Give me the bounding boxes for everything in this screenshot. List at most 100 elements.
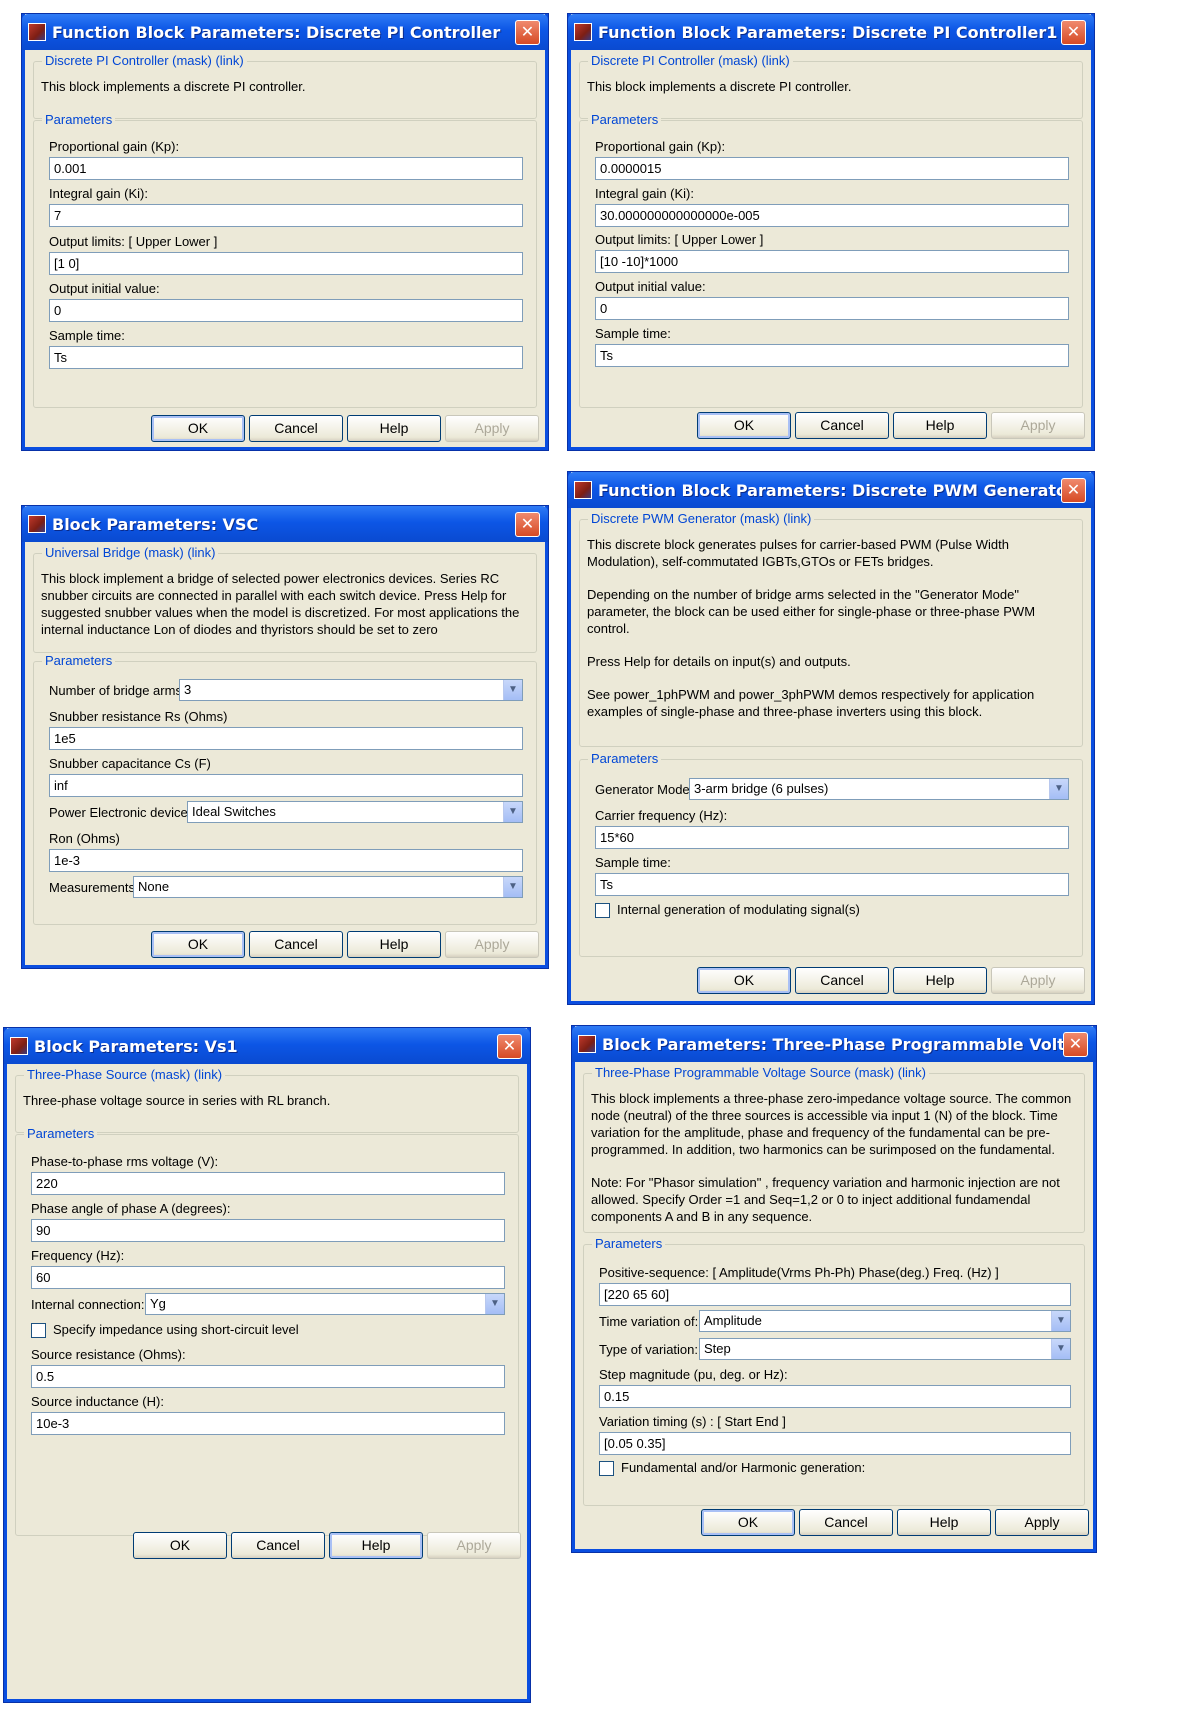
- mask-group-label[interactable]: Universal Bridge (mask) (link): [42, 545, 219, 560]
- source-resistance-field[interactable]: 0.5: [31, 1365, 505, 1388]
- cancel-button[interactable]: Cancel: [799, 1509, 893, 1536]
- harmonic-generation-checkbox[interactable]: [599, 1461, 614, 1476]
- sample-time-label: Sample time:: [49, 328, 125, 343]
- chevron-down-icon[interactable]: ▼: [503, 680, 522, 700]
- cancel-button[interactable]: Cancel: [249, 415, 343, 442]
- title-bar[interactable]: Block Parameters: Three-Phase Programmab…: [572, 1026, 1096, 1062]
- help-button[interactable]: Help: [329, 1532, 423, 1559]
- harmonic-generation-label: Fundamental and/or Harmonic generation:: [621, 1460, 866, 1475]
- ok-button[interactable]: OK: [701, 1509, 795, 1536]
- parameters-group-label: Parameters: [592, 1236, 666, 1251]
- measurements-value: None: [138, 879, 170, 894]
- apply-button[interactable]: Apply: [427, 1532, 521, 1559]
- kp-field[interactable]: 0.0000015: [595, 157, 1069, 180]
- output-limits-field[interactable]: [10 -10]*1000: [595, 250, 1069, 273]
- step-magnitude-field[interactable]: 0.15: [599, 1385, 1071, 1408]
- mask-group-label[interactable]: Discrete PI Controller (mask) (link): [42, 53, 247, 68]
- apply-button[interactable]: Apply: [991, 412, 1085, 439]
- help-button[interactable]: Help: [893, 967, 987, 994]
- help-button[interactable]: Help: [347, 931, 441, 958]
- carrier-frequency-field[interactable]: 15*60: [595, 826, 1069, 849]
- close-icon[interactable]: ✕: [497, 1033, 522, 1059]
- internal-connection-label: Internal connection:: [31, 1297, 145, 1312]
- chevron-down-icon[interactable]: ▼: [1051, 1339, 1070, 1359]
- output-initial-field[interactable]: 0: [49, 299, 523, 322]
- power-device-label: Power Electronic device: [49, 805, 188, 820]
- chevron-down-icon[interactable]: ▼: [503, 877, 522, 897]
- mask-group-label[interactable]: Three-Phase Source (mask) (link): [24, 1067, 226, 1082]
- title-bar[interactable]: Function Block Parameters: Discrete PI C…: [568, 14, 1094, 50]
- output-initial-field[interactable]: 0: [595, 297, 1069, 320]
- ok-button[interactable]: OK: [133, 1532, 227, 1559]
- block-parameters-icon: [574, 481, 592, 499]
- mask-group-label[interactable]: Discrete PWM Generator (mask) (link): [588, 511, 815, 526]
- apply-button[interactable]: Apply: [445, 931, 539, 958]
- ok-button[interactable]: OK: [697, 967, 791, 994]
- apply-button[interactable]: Apply: [991, 967, 1085, 994]
- cancel-button[interactable]: Cancel: [795, 412, 889, 439]
- ok-button[interactable]: OK: [151, 931, 245, 958]
- variation-type-select[interactable]: Step ▼: [699, 1338, 1071, 1360]
- positive-sequence-label: Positive-sequence: [ Amplitude(Vrms Ph-P…: [599, 1265, 999, 1280]
- dialog-title: Block Parameters: VSC: [52, 514, 259, 534]
- close-icon[interactable]: ✕: [1061, 477, 1086, 503]
- block-parameters-icon: [578, 1035, 596, 1053]
- cancel-button[interactable]: Cancel: [231, 1532, 325, 1559]
- power-device-select[interactable]: Ideal Switches ▼: [187, 801, 523, 823]
- cancel-button[interactable]: Cancel: [249, 931, 343, 958]
- chevron-down-icon[interactable]: ▼: [503, 802, 522, 822]
- title-bar[interactable]: Block Parameters: Vs1 ✕: [4, 1028, 530, 1064]
- internal-generation-checkbox[interactable]: [595, 903, 610, 918]
- apply-button[interactable]: Apply: [445, 415, 539, 442]
- block-parameters-icon: [28, 23, 46, 41]
- close-icon[interactable]: ✕: [1063, 1031, 1088, 1057]
- mask-group-label[interactable]: Discrete PI Controller (mask) (link): [588, 53, 793, 68]
- help-button[interactable]: Help: [347, 415, 441, 442]
- specify-impedance-checkbox[interactable]: [31, 1323, 46, 1338]
- ok-button[interactable]: OK: [697, 412, 791, 439]
- help-button[interactable]: Help: [893, 412, 987, 439]
- source-inductance-field[interactable]: 10e-3: [31, 1412, 505, 1435]
- specify-impedance-label: Specify impedance using short-circuit le…: [53, 1322, 299, 1337]
- description-paragraph: This discrete block generates pulses for…: [587, 537, 1009, 569]
- ki-field[interactable]: 7: [49, 204, 523, 227]
- internal-connection-select[interactable]: Yg ▼: [145, 1293, 505, 1315]
- help-button[interactable]: Help: [897, 1509, 991, 1536]
- chevron-down-icon[interactable]: ▼: [1049, 779, 1068, 799]
- close-icon[interactable]: ✕: [515, 19, 540, 45]
- title-bar[interactable]: Function Block Parameters: Discrete PI C…: [22, 14, 548, 50]
- block-parameters-icon: [574, 23, 592, 41]
- chevron-down-icon[interactable]: ▼: [485, 1294, 504, 1314]
- cancel-button[interactable]: Cancel: [795, 967, 889, 994]
- time-variation-select[interactable]: Amplitude ▼: [699, 1310, 1071, 1332]
- ok-button[interactable]: OK: [151, 415, 245, 442]
- snubber-capacitance-field[interactable]: inf: [49, 774, 523, 797]
- sample-time-field[interactable]: Ts: [49, 346, 523, 369]
- time-variation-label: Time variation of:: [599, 1314, 699, 1329]
- bridge-arms-select[interactable]: 3 ▼: [179, 679, 523, 701]
- output-limits-field[interactable]: [1 0]: [49, 252, 523, 275]
- kp-field[interactable]: 0.001: [49, 157, 523, 180]
- measurements-select[interactable]: None ▼: [133, 876, 523, 898]
- phase-angle-field[interactable]: 90: [31, 1219, 505, 1242]
- rms-voltage-field[interactable]: 220: [31, 1172, 505, 1195]
- close-icon[interactable]: ✕: [515, 511, 540, 537]
- close-icon[interactable]: ✕: [1061, 19, 1086, 45]
- variation-timing-field[interactable]: [0.05 0.35]: [599, 1432, 1071, 1455]
- generator-mode-select[interactable]: 3-arm bridge (6 pulses) ▼: [689, 778, 1069, 800]
- bridge-arms-value: 3: [184, 682, 192, 697]
- title-bar[interactable]: Function Block Parameters: Discrete PWM …: [568, 472, 1094, 508]
- snubber-resistance-field[interactable]: 1e5: [49, 727, 523, 750]
- title-bar[interactable]: Block Parameters: VSC ✕: [22, 506, 548, 542]
- ki-field[interactable]: 30.000000000000000e-005: [595, 204, 1069, 227]
- frequency-field[interactable]: 60: [31, 1266, 505, 1289]
- sample-time-field[interactable]: Ts: [595, 873, 1069, 896]
- positive-sequence-field[interactable]: [220 65 60]: [599, 1283, 1071, 1306]
- chevron-down-icon[interactable]: ▼: [1051, 1311, 1070, 1331]
- sample-time-label: Sample time:: [595, 855, 671, 870]
- ron-field[interactable]: 1e-3: [49, 849, 523, 872]
- dialog-title: Function Block Parameters: Discrete PWM …: [598, 480, 1061, 500]
- apply-button[interactable]: Apply: [995, 1509, 1089, 1536]
- sample-time-field[interactable]: Ts: [595, 344, 1069, 367]
- mask-group-label[interactable]: Three-Phase Programmable Voltage Source …: [592, 1065, 929, 1080]
